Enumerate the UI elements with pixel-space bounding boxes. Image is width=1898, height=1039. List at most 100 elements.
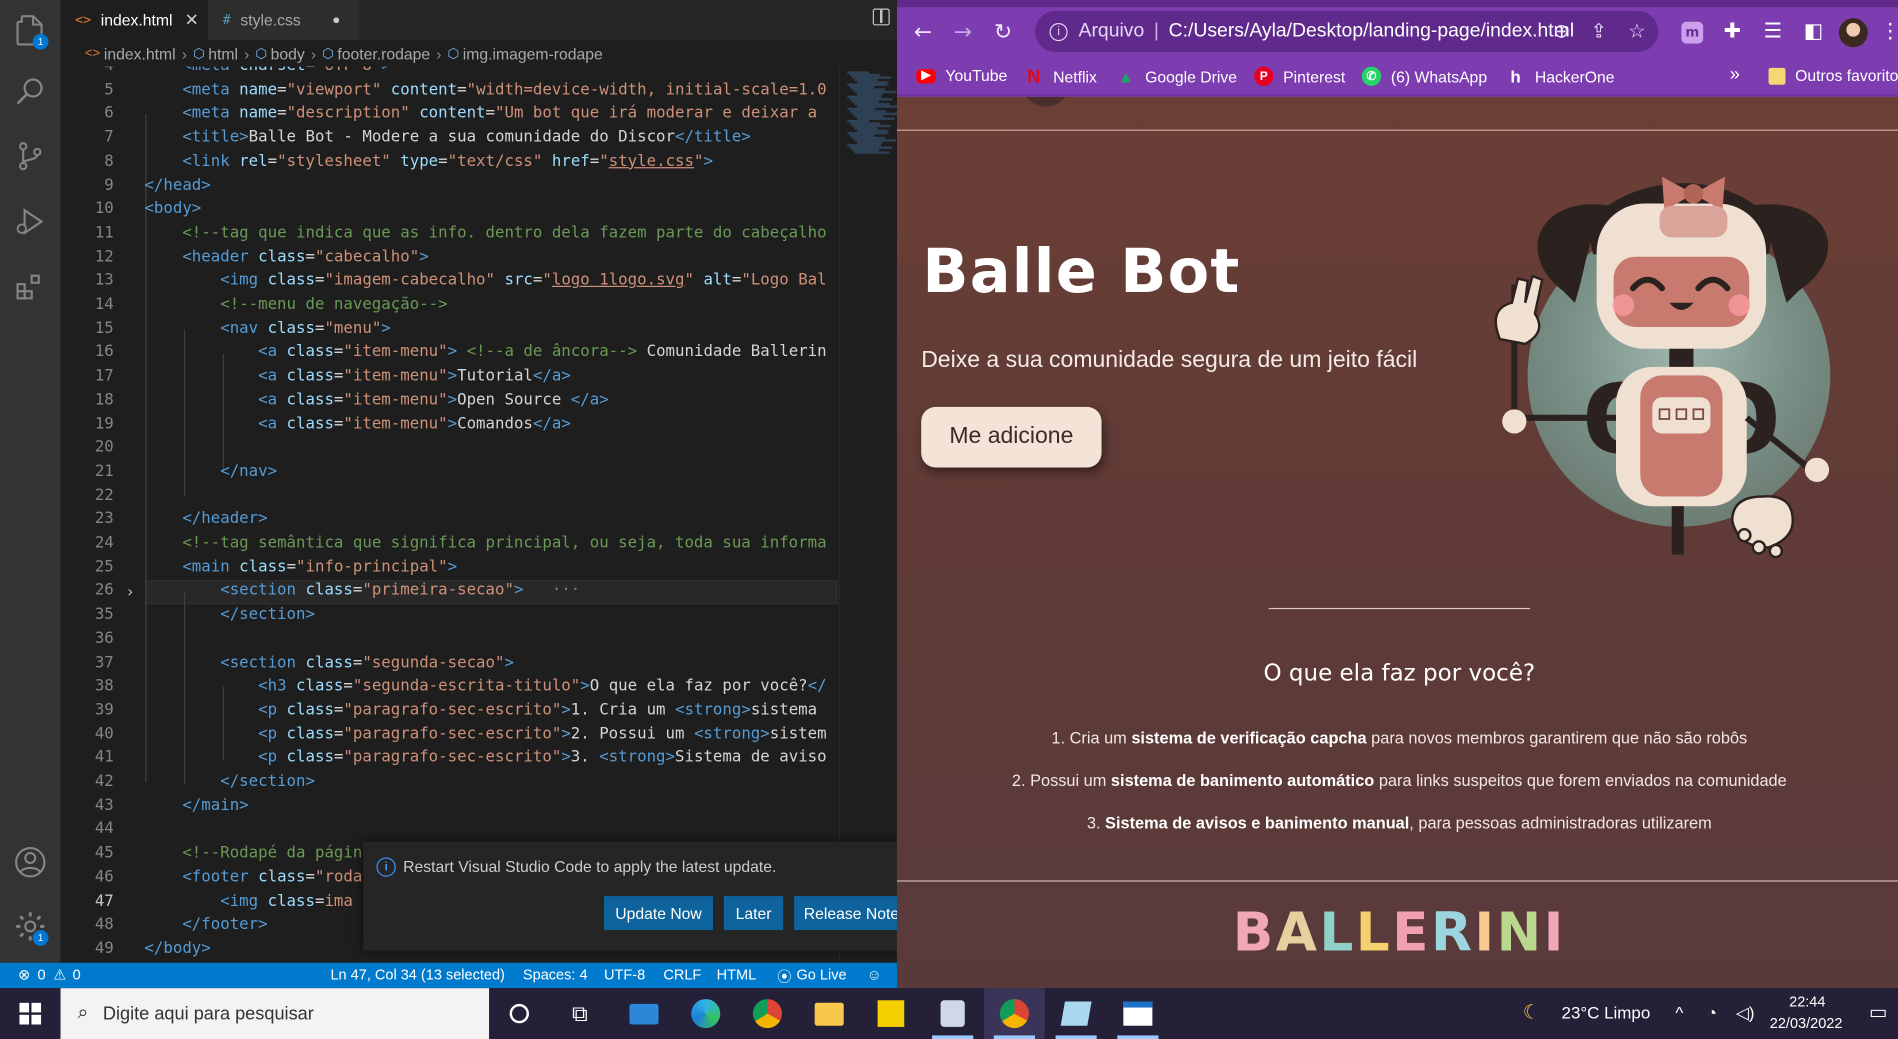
code-line[interactable]: <body> — [107, 198, 201, 222]
windows-start-icon[interactable] — [0, 988, 61, 1039]
notepad-icon[interactable] — [1046, 988, 1107, 1039]
code-line[interactable]: <a class="item-menu">Open Source </a> — [107, 388, 609, 412]
extensions-icon[interactable] — [0, 257, 61, 318]
menu-icon[interactable]: ⋮ — [1880, 19, 1898, 43]
bookmark-whatsapp[interactable]: ✆ (6) WhatsApp — [1361, 66, 1487, 86]
code-line[interactable]: <!--menu de navegação--> — [107, 293, 447, 317]
run-debug-icon[interactable] — [0, 191, 61, 252]
vscode-taskbar-icon[interactable] — [1108, 988, 1169, 1039]
unsaved-dot-icon[interactable]: ● — [332, 13, 340, 28]
mail-icon[interactable] — [614, 988, 675, 1039]
warning-count[interactable]: 0 — [73, 966, 81, 983]
explorer-icon[interactable]: 1 — [0, 0, 61, 61]
code-line[interactable]: <meta charset="UTF-8"> — [107, 67, 391, 79]
notifications-icon[interactable]: ▭ — [1869, 1000, 1887, 1024]
forward-icon[interactable]: → — [954, 19, 972, 44]
cursor-position[interactable]: Ln 47, Col 34 (13 selected) — [330, 966, 504, 983]
go-live-button[interactable]: Go Live — [797, 966, 847, 983]
breadcrumb-item[interactable]: html — [208, 44, 238, 62]
bookmark-star-icon[interactable]: ☆ — [1628, 19, 1645, 43]
bookmark-youtube[interactable]: ▶ YouTube — [916, 67, 1007, 85]
minimap[interactable] — [838, 66, 897, 963]
code-line[interactable]: <meta name="description" content="Um bot… — [107, 102, 818, 126]
share-icon[interactable]: ⇪ — [1591, 19, 1607, 43]
code-line[interactable]: <p class="paragrafo-sec-escrito">2. Poss… — [107, 722, 827, 746]
code-line[interactable]: <link rel="stylesheet" type="text/css" h… — [107, 150, 713, 174]
error-count[interactable]: 0 — [38, 966, 46, 983]
bookmark-netflix[interactable]: N Netflix — [1024, 66, 1097, 87]
info-icon[interactable]: i — [1049, 22, 1068, 41]
code-editor[interactable]: 4567891011121314151617181920212223242526… — [60, 66, 897, 963]
chrome-icon[interactable] — [737, 988, 798, 1039]
breadcrumb-item[interactable]: img.imagem-rodape — [463, 44, 603, 62]
later-button[interactable]: Later — [723, 896, 784, 931]
code-line[interactable]: <!--Rodapé da págin — [107, 842, 362, 866]
code-line[interactable]: </header> — [107, 508, 267, 532]
edge-icon[interactable] — [675, 988, 736, 1039]
clock-date[interactable]: 22/03/2022 — [1770, 1015, 1843, 1032]
taskbar-search-box[interactable]: ⌕ Digite aqui para pesquisar — [60, 988, 490, 1039]
volume-icon[interactable]: ◁) — [1736, 1003, 1755, 1024]
code-line[interactable]: <section class="segunda-secao"> — [107, 651, 514, 675]
code-line[interactable]: <h3 class="segunda-escrita-titulo">O que… — [107, 675, 827, 699]
breadcrumb-item[interactable]: footer.rodape — [337, 44, 430, 62]
code-line[interactable]: </main> — [107, 794, 248, 818]
bookmark-pinterest[interactable]: P Pinterest — [1254, 66, 1345, 86]
line-number[interactable]: 22 — [61, 484, 114, 508]
extensions-puzzle-icon[interactable]: ✚ — [1724, 19, 1741, 43]
add-bot-button[interactable]: Me adicione — [921, 406, 1102, 468]
code-line[interactable]: <img class="imagem-cabecalho" src="logo … — [107, 269, 827, 293]
code-line[interactable]: <!--tag semântica que significa principa… — [107, 532, 827, 556]
code-line[interactable]: <a class="item-menu"> <!--a de âncora-->… — [107, 341, 827, 365]
wifi-icon[interactable]: ◔ — [1707, 1003, 1717, 1022]
split-editor-icon[interactable] — [872, 8, 890, 26]
tab-style-css[interactable]: # style.css ● — [208, 0, 360, 40]
code-line[interactable]: <p class="paragrafo-sec-escrito">3. <str… — [107, 746, 827, 770]
language-mode[interactable]: HTML — [717, 966, 757, 983]
zoom-icon[interactable]: ⊖ — [1553, 19, 1569, 43]
more-bookmarks-button[interactable]: » — [1730, 64, 1740, 85]
sticky-notes-icon[interactable] — [861, 988, 922, 1039]
code-line[interactable]: <meta name="viewport" content="width=dev… — [107, 78, 827, 102]
code-line[interactable]: <header class="cabecalho"> — [107, 245, 428, 269]
close-icon[interactable]: ✕ — [185, 10, 199, 31]
line-number[interactable]: 20 — [61, 436, 114, 460]
search-icon[interactable] — [0, 61, 61, 122]
bookmark-google-drive[interactable]: ▲ Google Drive — [1116, 67, 1237, 86]
weather-text[interactable]: 23°C Limpo — [1562, 1003, 1651, 1022]
code-line[interactable]: <a class="item-menu">Comandos</a> — [107, 412, 571, 436]
tab-index-html[interactable]: <> index.html ✕ — [60, 0, 209, 40]
code-line[interactable]: <title>Balle Bot - Modere a sua comunida… — [107, 126, 751, 150]
code-line[interactable]: </body> — [107, 937, 210, 961]
line-ending[interactable]: CRLF — [663, 966, 701, 983]
code-line[interactable]: <footer class="roda — [107, 866, 362, 890]
code-line[interactable]: <nav class="menu"> — [107, 317, 391, 341]
avatar[interactable] — [1838, 18, 1868, 48]
breadcrumb-item[interactable]: body — [271, 44, 305, 62]
file-explorer-icon[interactable] — [799, 988, 860, 1039]
warning-icon[interactable]: ⚠ — [53, 966, 66, 983]
back-icon[interactable]: ← — [914, 19, 932, 44]
manage-gear-icon[interactable]: 1 — [0, 896, 61, 957]
address-bar[interactable]: i Arquivo | C:/Users/Ayla/Desktop/landin… — [1034, 10, 1659, 53]
line-number[interactable]: 36 — [61, 627, 114, 651]
error-icon[interactable]: ⊗ — [18, 966, 30, 983]
line-number[interactable]: 44 — [61, 818, 114, 842]
other-bookmarks-folder[interactable]: Outros favoritos — [1768, 67, 1898, 85]
code-line[interactable]: <section class="primeira-secao"> ··· — [107, 579, 581, 603]
paint-app-icon[interactable] — [922, 988, 983, 1039]
bookmark-hackerone[interactable]: h HackerOne — [1506, 67, 1614, 86]
accounts-icon[interactable] — [0, 832, 61, 893]
header-logo[interactable] — [1021, 96, 1071, 107]
code-line[interactable]: <a class="item-menu">Tutorial</a> — [107, 365, 571, 389]
source-control-icon[interactable] — [0, 126, 61, 187]
task-view-icon[interactable]: ⧉ — [550, 988, 611, 1039]
broadcast-icon[interactable]: ⦿ — [777, 966, 792, 987]
url-text[interactable]: C:/Users/Ayla/Desktop/landing-page/index… — [1169, 21, 1574, 43]
update-now-button[interactable]: Update Now — [604, 896, 713, 931]
fold-chevron-icon[interactable]: › — [127, 584, 133, 602]
code-line[interactable]: </head> — [107, 174, 210, 198]
code-line[interactable]: </section> — [107, 770, 315, 794]
chevron-up-icon[interactable]: ^ — [1675, 1003, 1683, 1022]
side-panel-icon[interactable]: ◧ — [1804, 19, 1823, 43]
